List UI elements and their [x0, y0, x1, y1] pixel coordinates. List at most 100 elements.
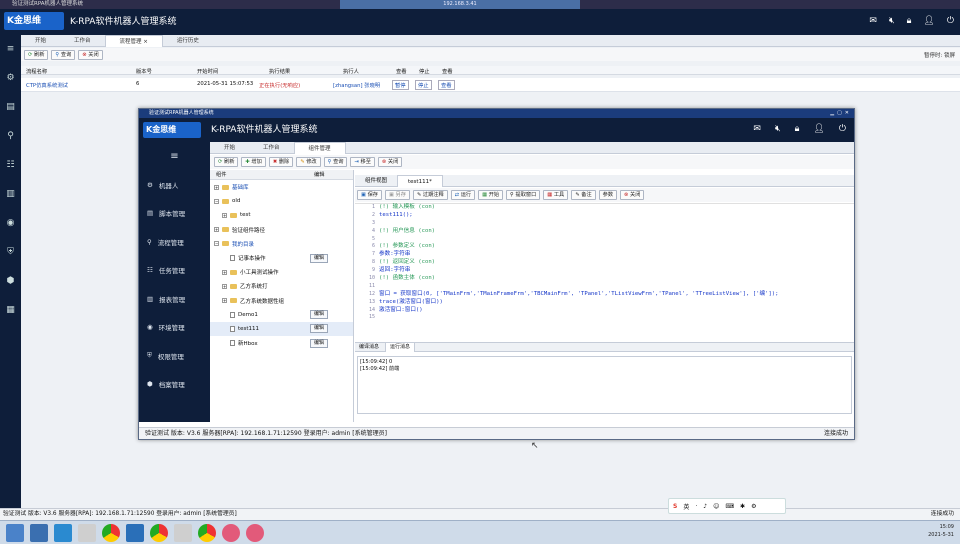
app-icon[interactable]	[246, 523, 264, 542]
ime-language[interactable]: 英	[683, 502, 689, 511]
edit-button[interactable]: 编辑	[310, 338, 329, 348]
file-explorer-icon[interactable]	[30, 523, 48, 542]
tree-node[interactable]: + 乙方系统数据性组	[210, 294, 353, 308]
extract-window-button[interactable]: ⚲ 提取窗口	[506, 190, 541, 200]
code-line[interactable]: 8 (!) 返回定义 (con)	[355, 259, 854, 267]
code-line[interactable]: 11	[355, 283, 854, 291]
query-button[interactable]: ⚲ 查询	[51, 49, 76, 60]
ime-punctuation-icon[interactable]: ·	[695, 503, 697, 510]
code-line[interactable]: 4 (!) 用户信息 (con)	[355, 228, 854, 236]
menu-icon[interactable]: ≡	[139, 142, 210, 171]
user-icon[interactable]: 👤︎	[923, 16, 934, 26]
expand-icon[interactable]: +	[222, 298, 227, 304]
tab-start[interactable]: 开始	[21, 35, 60, 47]
report-icon[interactable]: ▥	[0, 180, 21, 209]
edit-button[interactable]: 编辑	[310, 253, 329, 263]
flow-name-cell[interactable]: CTP仿真系统测试	[26, 81, 68, 89]
delete-button[interactable]: ✖ 删除	[268, 157, 294, 167]
column-header[interactable]: 执行人	[343, 67, 359, 75]
close-icon[interactable]: ×	[143, 39, 148, 45]
save-as-button[interactable]: ▣ 另存	[384, 190, 410, 200]
table-row[interactable]: CTP仿真系统测试 6 2021-05-31 15:07:53 正在执行(无响应…	[21, 78, 960, 92]
code-line[interactable]: 6 (!) 参数定义 (con)	[355, 243, 854, 251]
sidebar-item-task[interactable]: ☷ 任务管理	[139, 256, 210, 285]
code-line[interactable]: 9 返回:字符串	[355, 267, 854, 275]
column-header[interactable]: 版本号	[136, 67, 152, 75]
tab-workbench[interactable]: 工作台	[60, 35, 105, 47]
flow-icon[interactable]: ⚲	[0, 122, 21, 151]
column-header[interactable]: 停止	[419, 67, 430, 75]
tab-test111[interactable]: test111*	[397, 174, 443, 187]
move-button[interactable]: ⇥ 移至	[350, 157, 375, 167]
tree-node[interactable]: 新Hbox 编辑	[210, 336, 353, 350]
menu-icon[interactable]: ≡	[0, 35, 21, 64]
note-button[interactable]: ✎ 备注	[571, 190, 596, 200]
tab-compile-messages[interactable]: 编译消息	[355, 343, 383, 352]
code-line[interactable]: 14 激活窗口:窗口()	[355, 307, 854, 315]
lock-icon[interactable]: 🔒︎	[795, 124, 800, 134]
chrome-icon[interactable]	[198, 523, 216, 542]
ime-voice-icon[interactable]: ♪	[703, 503, 707, 510]
tree-node[interactable]: + 基础库	[210, 180, 353, 194]
ime-logo-icon[interactable]: S	[673, 503, 677, 510]
tree-node[interactable]: + 验证组件路径	[210, 223, 353, 237]
ime-emoji-icon[interactable]: ☺	[713, 503, 719, 510]
tree-node[interactable]: + 乙方系统打	[210, 279, 353, 293]
sidebar-item-permission[interactable]: ⛨ 权限管理	[139, 342, 210, 371]
tree-node[interactable]: 记事本操作 编辑	[210, 251, 353, 265]
expand-icon[interactable]: +	[214, 184, 219, 190]
collapse-icon[interactable]: −	[214, 198, 219, 204]
ime-skin-icon[interactable]: ✱	[740, 503, 745, 510]
tree-node-selected[interactable]: test111 编辑	[210, 321, 353, 337]
app-icon[interactable]	[222, 523, 240, 542]
refresh-button[interactable]: ⟳ 刷新	[214, 157, 239, 167]
column-header[interactable]: 执行结果	[269, 67, 290, 75]
start-icon[interactable]	[6, 523, 24, 542]
start-button[interactable]: ▦ 开始	[478, 190, 504, 200]
window-controls[interactable]: ▁▢✕	[830, 109, 852, 118]
code-line[interactable]: 13 trace(激活窗口(窗口))	[355, 299, 854, 307]
log-icon[interactable]: ▦	[0, 296, 21, 325]
tab-workbench[interactable]: 工作台	[249, 142, 294, 154]
tab-component-management[interactable]: 组件管理	[293, 141, 346, 154]
sidebar-item-report[interactable]: ▥ 报表管理	[139, 285, 210, 314]
run-button[interactable]: ⇄ 运行	[450, 190, 476, 200]
expand-icon[interactable]: +	[214, 227, 219, 233]
app-icon[interactable]	[126, 523, 144, 542]
power-icon[interactable]: ⏻	[839, 124, 846, 134]
tree-node[interactable]: + 小工具测试操作	[210, 265, 353, 279]
window-app-icon[interactable]	[174, 523, 192, 542]
mute-icon[interactable]: 🔇︎	[889, 16, 895, 26]
expand-icon[interactable]: +	[222, 269, 227, 275]
power-icon[interactable]: ⏻	[947, 16, 954, 26]
collapse-icon[interactable]: −	[214, 241, 219, 247]
permission-icon[interactable]: ⛨	[0, 238, 21, 267]
sidebar-item-flow[interactable]: ⚲ 流程管理	[139, 228, 210, 257]
folder-app-icon[interactable]	[78, 523, 96, 542]
tab-component-view[interactable]: 组件视图	[355, 175, 397, 187]
sidebar-item-robot[interactable]: ⚙ 机器人	[139, 171, 210, 200]
tree-node[interactable]: − old	[210, 194, 353, 208]
sidebar-item-env[interactable]: ◉ 环境管理	[139, 313, 210, 342]
code-line[interactable]: 3	[355, 220, 854, 228]
remote-session-bar[interactable]: 192.168.3.41	[340, 0, 580, 9]
edit-button[interactable]: 编辑	[310, 310, 329, 320]
tools-button[interactable]: ▦ 工具	[543, 190, 569, 200]
modify-button[interactable]: ✎ 修改	[296, 157, 321, 167]
mail-icon[interactable]: ✉	[869, 16, 877, 26]
view-button[interactable]: 查看	[438, 80, 455, 90]
ide-icon[interactable]	[54, 523, 72, 542]
close-button[interactable]: ⊗ 关闭	[620, 190, 645, 200]
lock-icon[interactable]: 🔒︎	[907, 16, 912, 26]
chrome-icon[interactable]	[102, 523, 120, 542]
edit-button[interactable]: 编辑	[310, 324, 329, 334]
tree-node[interactable]: − 我的目录	[210, 237, 353, 251]
mute-icon[interactable]: 🔇︎	[775, 124, 781, 134]
expand-icon[interactable]: +	[222, 212, 227, 218]
column-header[interactable]: 查看	[442, 67, 453, 75]
close-button[interactable]: ⊗ 关闭	[377, 157, 403, 167]
pause-button[interactable]: 暂停	[392, 80, 409, 90]
code-line[interactable]: 2 test111();	[355, 212, 854, 220]
sidebar-item-script[interactable]: ▤ 脚本管理	[139, 199, 210, 228]
column-header[interactable]: 流程名称	[26, 67, 47, 75]
